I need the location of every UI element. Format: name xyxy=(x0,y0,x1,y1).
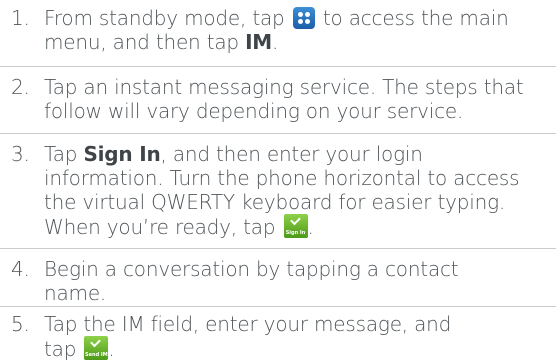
icon-caption: Send IM xyxy=(85,352,108,358)
step-text-segment: menu, and then tap xyxy=(44,30,239,54)
step-text-line: name. xyxy=(44,281,107,305)
step-text: Tap an instant messaging service. The st… xyxy=(44,75,554,123)
step-text-segment: tap xyxy=(44,337,77,360)
icon-caption: Sign In xyxy=(285,230,306,236)
step-text-segment: From standby mode, tap xyxy=(44,6,285,30)
im-label: IM xyxy=(245,30,273,54)
main-menu-icon xyxy=(292,7,315,29)
step-text-line: Tap an instant messaging service. The st… xyxy=(44,75,524,99)
step-text-segment: , and then enter your login xyxy=(160,142,423,166)
step-text-segment: . xyxy=(272,30,279,54)
divider xyxy=(0,248,556,249)
step-text: Tap the IM field, enter your message, an… xyxy=(44,312,554,360)
step-text-line: Tap the IM field, enter your message, an… xyxy=(44,312,452,336)
step-number: 5. xyxy=(11,312,30,336)
divider xyxy=(0,66,556,67)
step-text-segment: When you’re ready, tap xyxy=(44,215,276,239)
step-text: Begin a conversation by tapping a contac… xyxy=(44,257,554,305)
step-text: From standby mode, tap to access the mai… xyxy=(44,6,554,54)
step-text: Tap Sign In, and then enter your login i… xyxy=(44,142,554,239)
step-number: 4. xyxy=(11,257,30,281)
step-text-segment: . xyxy=(307,215,314,239)
step-number: 1. xyxy=(11,6,30,30)
step-text-line: information. Turn the phone horizontal t… xyxy=(44,166,520,190)
step-text-line: the virtual QWERTY keyboard for easier t… xyxy=(44,190,506,214)
divider xyxy=(0,306,556,307)
send-im-check-icon: Send IM xyxy=(84,336,109,360)
step-number: 3. xyxy=(11,142,30,166)
sign-in-check-icon: Sign In xyxy=(283,214,308,238)
step-text-segment: to access the main xyxy=(322,6,509,30)
step-number: 2. xyxy=(11,75,30,99)
step-text-line: Begin a conversation by tapping a contac… xyxy=(44,257,459,281)
step-text-segment: . xyxy=(108,337,115,360)
divider xyxy=(0,133,556,134)
step-text-line: follow will vary depending on your servi… xyxy=(44,99,464,123)
step-text-segment: Tap xyxy=(44,142,78,166)
sign-in-label: Sign In xyxy=(83,142,161,166)
